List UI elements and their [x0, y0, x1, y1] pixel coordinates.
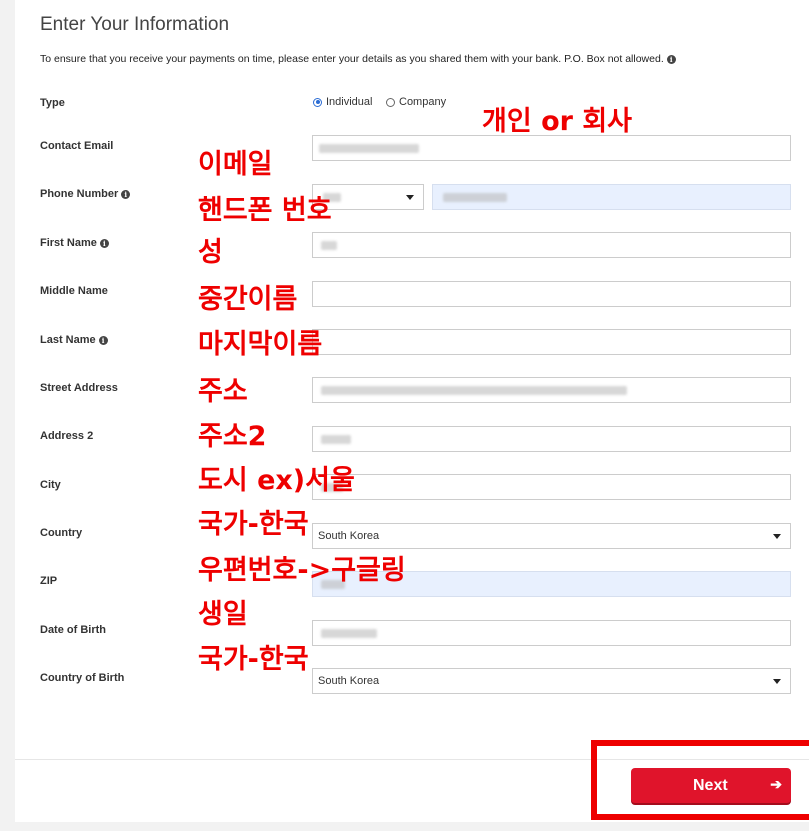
phone-label-text: Phone Number	[40, 188, 119, 200]
middle-name-input[interactable]	[312, 281, 791, 307]
radio-unchecked-icon	[386, 97, 395, 107]
annotation-last-name: 마지막이름	[198, 329, 323, 360]
address-2-label: Address 2	[40, 430, 94, 442]
date-of-birth-input[interactable]	[312, 620, 791, 646]
type-radio-individual[interactable]: Individual	[313, 96, 372, 108]
country-label: Country	[40, 527, 83, 539]
zip-label: ZIP	[40, 575, 58, 587]
last-name-input[interactable]	[312, 329, 791, 355]
redacted-value	[321, 241, 337, 250]
street-address-input[interactable]	[312, 377, 791, 403]
form-card	[15, 0, 809, 822]
type-option-company: Company	[399, 96, 447, 108]
first-name-input[interactable]	[312, 232, 791, 258]
radio-checked-icon	[313, 97, 322, 107]
annotation-dob: 생일	[198, 599, 248, 630]
city-input[interactable]	[312, 474, 791, 500]
contact-email-input[interactable]	[312, 135, 791, 161]
annotation-country-of-birth: 국가-한국	[198, 644, 309, 675]
street-address-label: Street Address	[40, 382, 118, 394]
type-option-individual: Individual	[326, 96, 373, 108]
country-selected-value: South Korea	[318, 530, 380, 542]
annotation-country: 국가-한국	[198, 509, 309, 540]
annotation-middle-name: 중간이름	[198, 284, 298, 315]
country-of-birth-select[interactable]: South Korea	[312, 668, 791, 694]
notice-text: To ensure that you receive your payments…	[40, 53, 676, 65]
phone-number-input[interactable]	[432, 184, 791, 210]
info-icon[interactable]: i	[99, 239, 109, 248]
country-of-birth-label: Country of Birth	[40, 672, 125, 684]
annotation-phone: 핸드폰 번호	[198, 195, 332, 226]
annotation-address-2: 주소2	[198, 421, 267, 452]
annotation-zip: 우편번호->구글링	[198, 555, 406, 586]
last-name-label-text: Last Name	[40, 334, 96, 346]
city-label: City	[40, 479, 61, 491]
chevron-down-icon	[406, 195, 414, 200]
annotation-type: 개인 or 회사	[482, 106, 633, 137]
annotation-city: 도시 ex)서울	[198, 465, 355, 496]
redacted-value	[321, 386, 627, 395]
last-name-label: Last Name i	[40, 334, 108, 346]
page-title: Enter Your Information	[40, 14, 230, 35]
info-icon[interactable]: i	[98, 336, 108, 345]
country-select[interactable]: South Korea	[312, 523, 791, 549]
chevron-down-icon	[773, 679, 781, 684]
redacted-value	[321, 629, 377, 638]
redacted-value	[443, 193, 507, 202]
redacted-value	[319, 144, 419, 153]
first-name-label-text: First Name	[40, 237, 97, 249]
info-icon[interactable]: i	[121, 190, 131, 199]
middle-name-label: Middle Name	[40, 285, 108, 297]
info-icon[interactable]: i	[666, 55, 676, 64]
address-2-input[interactable]	[312, 426, 791, 452]
phone-label: Phone Number i	[40, 188, 131, 200]
date-of-birth-label: Date of Birth	[40, 624, 106, 636]
type-label: Type	[40, 97, 65, 109]
annotation-email: 이메일	[198, 149, 273, 180]
chevron-down-icon	[773, 534, 781, 539]
first-name-label: First Name i	[40, 237, 109, 249]
highlight-box	[591, 740, 809, 820]
type-radio-company[interactable]: Company	[386, 96, 446, 108]
country-of-birth-selected-value: South Korea	[318, 675, 380, 687]
contact-email-label: Contact Email	[40, 140, 114, 152]
redacted-value	[321, 435, 351, 444]
annotation-street: 주소	[198, 376, 248, 407]
notice-text-content: To ensure that you receive your payments…	[40, 53, 664, 65]
annotation-first-name: 성	[198, 237, 223, 268]
